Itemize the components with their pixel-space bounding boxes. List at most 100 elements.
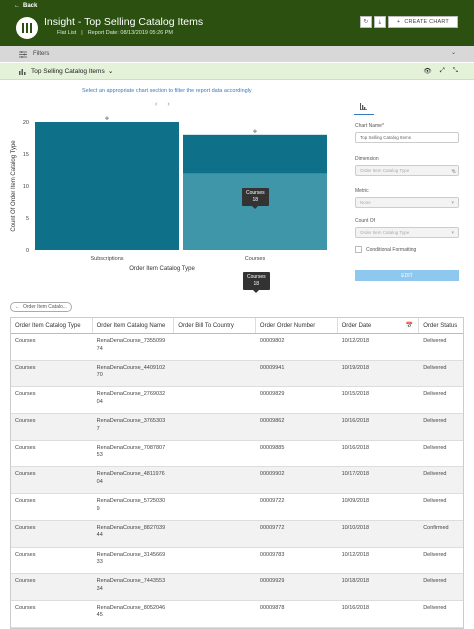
dimension-select[interactable]: Order Item Catalog Type ▾ bbox=[355, 165, 459, 176]
dimension-sort-icon[interactable]: ⇅ bbox=[452, 169, 456, 175]
section-title: Top Selling Catalog Items bbox=[31, 67, 105, 75]
chart-name-input[interactable]: Top Selling Catalog Items bbox=[355, 132, 459, 143]
refresh-button[interactable]: ↻ bbox=[359, 16, 372, 28]
table-cell: Courses bbox=[15, 604, 36, 611]
metric-select[interactable]: None ▾ bbox=[355, 197, 459, 208]
table-cell: 00009902 bbox=[259, 471, 285, 478]
conditional-formatting-checkbox[interactable] bbox=[355, 246, 362, 253]
table-cell: Courses bbox=[15, 471, 36, 478]
table-row[interactable]: Courses RenaDenaCourse_4409102 70 00009941… bbox=[11, 360, 463, 388]
conditional-formatting-toggle[interactable]: Conditional Formatting bbox=[355, 246, 416, 253]
column-header-label: Order Date bbox=[341, 322, 372, 329]
chip-arrow-icon: ← bbox=[15, 304, 20, 310]
table-row[interactable]: Courses RenaDenaCourse_5725030 9 00009722 1… bbox=[11, 494, 463, 521]
table-cell: 00009772 bbox=[259, 524, 285, 531]
table-cell: Delivered bbox=[423, 604, 447, 611]
report-date: Report Date: 08/13/2019 05:26 PM bbox=[87, 30, 174, 36]
table-cell bbox=[174, 361, 256, 387]
table-cell: Courses bbox=[15, 578, 36, 585]
table-cell: Courses bbox=[15, 391, 36, 398]
bar[interactable] bbox=[35, 122, 179, 250]
table-cell bbox=[174, 414, 256, 440]
download-button[interactable]: ⤓ bbox=[373, 16, 386, 28]
refresh-icon: ↻ bbox=[363, 19, 369, 25]
back-button[interactable]: ← Back bbox=[14, 3, 37, 9]
calendar-icon[interactable]: 📅 bbox=[406, 322, 413, 329]
plus-icon: + bbox=[396, 19, 401, 25]
y-axis-label: Count Of Order Item Catalog Type bbox=[11, 140, 17, 232]
chart-name-value: Top Selling Catalog Items bbox=[360, 135, 412, 140]
conditional-formatting-label: Conditional Formatting bbox=[366, 246, 417, 253]
count-of-select[interactable]: Order Item Catalog Type ▾ bbox=[355, 227, 459, 238]
dropdown-arrow-icon: ▾ bbox=[451, 230, 454, 236]
column-header-date[interactable]: Order Date 📅 bbox=[338, 318, 420, 333]
column-header[interactable]: Order Item Catalog Type bbox=[11, 318, 93, 333]
table-cell: Delivered bbox=[423, 391, 447, 398]
section-actions: 👁 ⤢ ⤡ bbox=[423, 67, 458, 75]
table-row[interactable]: Courses RenaDenaCourse_8827039 44 00009772… bbox=[11, 520, 463, 548]
chart-hint: Select an appropriate chart section to f… bbox=[82, 88, 252, 94]
column-header[interactable]: Order Order Number bbox=[256, 318, 338, 333]
column-header[interactable]: Order Status bbox=[419, 318, 463, 333]
chart-settings-tab-icon[interactable] bbox=[360, 103, 367, 110]
table-cell bbox=[174, 387, 256, 413]
eye-icon[interactable]: 👁 bbox=[423, 67, 431, 75]
table-cell: 10/16/2018 bbox=[341, 444, 370, 451]
table-cell: Delivered bbox=[423, 498, 447, 505]
download-icon: ⤓ bbox=[378, 18, 382, 25]
y-tick-label: 5 bbox=[26, 216, 29, 222]
table-cell bbox=[174, 574, 256, 600]
table-row[interactable]: Courses RenaDenaCourse_3145669 33 00009783… bbox=[11, 548, 463, 575]
y-tick-label: 10 bbox=[23, 184, 29, 190]
column-header[interactable]: Order Item Catalog Name bbox=[93, 318, 175, 333]
table-row[interactable]: Courses RenaDenaCourse_7443553 34 00009929… bbox=[11, 574, 463, 601]
expand-icon[interactable]: ⤢ bbox=[440, 67, 445, 75]
report-subtitle: Flat List | Report Date: 08/13/2019 05:2… bbox=[57, 30, 173, 36]
table-cell: RenaDenaCourse_7355099 74 bbox=[96, 338, 166, 352]
table-cell bbox=[174, 494, 256, 520]
table-cell: RenaDenaCourse_3145669 33 bbox=[96, 551, 166, 566]
table-row[interactable]: Courses RenaDenaCourse_7087807 53 00009885… bbox=[11, 441, 463, 468]
table-cell: RenaDenaCourse_3765303 7 bbox=[96, 418, 166, 432]
section-dropdown-icon[interactable]: ⌄ bbox=[108, 67, 114, 75]
bar-cursor-icon: ✥ bbox=[253, 129, 257, 135]
table-row[interactable]: Courses RenaDenaCourse_7355099 74 00009802… bbox=[11, 334, 463, 361]
fullscreen-icon[interactable]: ⤡ bbox=[453, 67, 458, 75]
table-row[interactable]: Courses RenaDenaCourse_4811976 04 00009902… bbox=[11, 467, 463, 495]
axis-tooltip-value: 18 bbox=[253, 281, 260, 287]
dimension-value: Order Item Catalog Type bbox=[360, 168, 410, 173]
filter-chip[interactable]: ← Order Item Catalo... bbox=[10, 302, 72, 312]
table-cell: 00009862 bbox=[259, 418, 285, 425]
table-cell: RenaDenaCourse_8052046 45 bbox=[96, 604, 166, 619]
table-cell: 00009829 bbox=[259, 391, 285, 398]
table-cell: Delivered bbox=[423, 418, 447, 425]
chart-icon bbox=[19, 68, 26, 75]
create-chart-label: CREATE CHART bbox=[404, 19, 449, 25]
next-icon[interactable]: › bbox=[167, 101, 169, 108]
table-cell: 10/15/2018 bbox=[341, 391, 370, 398]
bar-hover-highlight[interactable] bbox=[183, 173, 327, 250]
bar-tooltip-name: Courses bbox=[246, 190, 265, 196]
create-chart-button[interactable]: + CREATE CHART bbox=[387, 16, 458, 28]
filters-bar[interactable]: Filters ⌄ bbox=[0, 46, 474, 62]
table-cell bbox=[174, 467, 256, 493]
table-cell: Delivered bbox=[423, 551, 447, 558]
prev-icon[interactable]: ‹ bbox=[155, 101, 157, 108]
table-cell: Delivered bbox=[423, 338, 447, 344]
table-cell: Courses bbox=[15, 551, 36, 558]
table-row[interactable]: Courses RenaDenaCourse_3765303 7 00009862 1… bbox=[11, 414, 463, 441]
bar-tooltip: Courses 18 bbox=[242, 188, 269, 209]
table-row[interactable]: Courses RenaDenaCourse_2769032 04 00009829… bbox=[11, 387, 463, 415]
edit-button[interactable]: EDIT bbox=[355, 270, 459, 281]
x-tick-label: Courses bbox=[245, 256, 266, 262]
table-cell: Courses bbox=[15, 524, 36, 531]
column-header[interactable]: Order Bill To Country bbox=[174, 318, 256, 333]
table-cell: 00009783 bbox=[259, 551, 285, 558]
table-cell: RenaDenaCourse_7087807 53 bbox=[96, 444, 166, 459]
table-cell: 00009885 bbox=[259, 444, 285, 451]
filters-label: Filters bbox=[33, 51, 50, 57]
table-cell: 10/12/2018 bbox=[341, 551, 370, 558]
table-cell: 10/16/2018 bbox=[341, 604, 370, 611]
app-logo bbox=[16, 17, 38, 39]
table-cell: RenaDenaCourse_7443553 34 bbox=[96, 578, 166, 592]
